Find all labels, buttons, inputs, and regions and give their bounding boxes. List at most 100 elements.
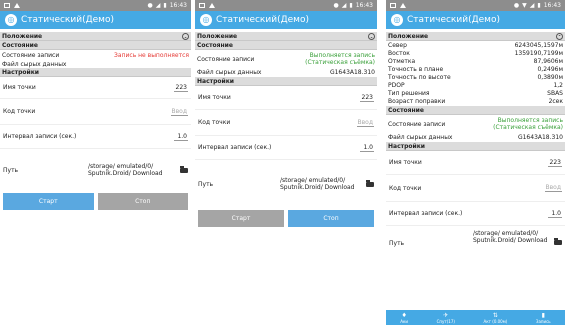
chevron-up-icon[interactable]: ⌃ [556,32,563,40]
point-name-input[interactable]: 223 [548,159,562,167]
status-time: 16:43 [169,2,187,9]
nav-label: Спут(17) [436,318,455,324]
pdop-value: 1,2 [553,81,563,89]
app-logo-icon[interactable]: ◎ [5,14,17,26]
point-name-label: Имя точки [3,84,36,91]
nav-label: Запись [535,318,551,324]
nav-item-activity[interactable]: ⇅ Акт (0.00м) [484,312,508,324]
section-position[interactable]: Положение ⌃ [386,32,565,41]
section-settings-label: Настройки [197,77,235,85]
point-code-field[interactable]: Код точки Ввод [0,99,191,125]
hprec-value: 0,2496м [537,65,563,73]
point-name-input[interactable]: 223 [360,94,374,102]
hprec-row: Точность в плане 0,2496м [386,65,565,73]
path-value: /storage/ emulated/0/ Sputnik.Droid/ Dow… [88,163,163,177]
point-code-input[interactable]: Ввод [544,184,562,192]
interval-input[interactable]: 1.0 [548,210,562,218]
folder-icon[interactable] [180,165,188,173]
start-button[interactable]: Старт [198,210,284,227]
folder-icon[interactable] [554,238,562,245]
section-position-label: Положение [197,32,238,40]
point-code-field[interactable]: Код точки Ввод [386,175,565,202]
warning-icon [400,3,406,8]
point-code-input[interactable]: Ввод [356,119,374,127]
pdop-row: PDOP 1,2 [386,81,565,89]
raw-file-row: Файл сырых данных G1643A18.310 [195,68,377,77]
interval-field[interactable]: Интервал записи (сек.) 1.0 [0,125,191,149]
elev-label: Отметка [388,57,416,65]
section-state-label: Состояние [197,41,233,49]
app-logo-icon[interactable]: ◎ [391,14,403,26]
point-name-input[interactable]: 223 [174,84,188,92]
section-settings: Настройки [195,77,377,86]
east-row: Восток 1359190,7199м [386,49,565,57]
point-code-label: Код точки [3,108,36,115]
point-name-field[interactable]: Имя точки 223 [0,77,191,99]
path-label: Путь [389,240,405,247]
screen-1: ● ◢ ▮ 16:43 ◎ Статический(Демо) Положение ⌄… [0,0,191,280]
section-position-label: Положение [388,32,429,40]
interval-field[interactable]: Интервал записи (сек.) 1.0 [195,136,377,160]
section-state: Состояние [386,106,565,115]
raw-file-row: Файл сырых данных G1643A18.310 [386,133,565,142]
path-row: Путь /storage/ emulated/0/ Sputnik.Droid… [0,149,191,191]
point-name-label: Имя точки [389,159,422,166]
app-title: Статический(Демо) [21,15,114,25]
point-code-input[interactable]: Ввод [170,108,188,116]
point-code-label: Код точки [389,184,422,192]
vprec-label: Точность по высоте [388,73,451,81]
status-time: 16:43 [543,2,561,9]
stop-button[interactable]: Стоп [97,193,188,210]
stop-button[interactable]: Стоп [288,210,374,227]
sol-row: Тип решения SBAS [386,89,565,97]
north-row: Север 6243045,1597м [386,41,565,49]
nav-label: Аки [400,318,409,324]
chevron-down-icon[interactable]: ⌄ [182,32,189,40]
folder-icon[interactable] [366,179,374,187]
status-bar: ● ◢ ▮ 16:43 [0,0,191,11]
app-bar: ◎ Статический(Демо) [386,11,565,29]
battery-icon: ▮ [349,2,353,9]
interval-field[interactable]: Интервал записи (сек.) 1.0 [386,202,565,226]
location-pin-icon: ♦ [401,311,407,319]
point-name-field[interactable]: Имя точки 223 [195,86,377,110]
raw-file-label: Файл сырых данных [2,60,67,68]
start-button[interactable]: Старт [3,193,94,210]
north-label: Север [388,41,407,49]
record-state-label: Состояние записи [197,55,255,63]
app-bar: ◎ Статический(Демо) [195,11,377,29]
record-state-value: Выполняется запись (Статическая съёмка) [305,52,375,66]
elev-value: 87,9606м [533,57,563,65]
nav-item-record[interactable]: ▮ Запись [536,312,551,324]
app-title: Статический(Демо) [216,15,309,25]
section-position[interactable]: Положение ⌄ [195,32,377,41]
section-position[interactable]: Положение ⌄ [0,32,191,41]
button-bar: Старт Стоп [195,210,377,227]
signal-icon: ◢ [155,2,161,9]
nav-item-satellites[interactable]: ✈ Спут(17) [437,312,455,324]
section-state: Состояние [0,41,191,50]
interval-input[interactable]: 1.0 [174,133,188,141]
point-code-field[interactable]: Код точки Ввод [195,110,377,136]
app-logo-icon[interactable]: ◎ [200,14,212,26]
age-row: Возраст поправки 2сек [386,97,565,106]
interval-label: Интервал записи (сек.) [198,144,272,151]
app-title: Статический(Демо) [407,15,500,25]
satellite-icon: ✈ [443,311,449,319]
chevron-down-icon[interactable]: ⌄ [368,32,375,40]
warning-icon [14,3,20,8]
section-settings: Настройки [0,68,191,77]
interval-input[interactable]: 1.0 [360,144,374,152]
record-state-label: Состояние записи [2,51,60,59]
battery-icon: ▮ [537,2,541,9]
record-state-row: Состояние записи Запись не выполняется [0,50,191,60]
point-name-field[interactable]: Имя точки 223 [386,151,565,175]
vprec-value: 0,3890м [537,73,563,81]
raw-file-row: Файл сырых данных [0,60,191,68]
nav-item-aki[interactable]: ♦ Аки [400,312,408,324]
signal-icon: ◢ [341,2,347,9]
raw-file-value: G1643A18.310 [517,134,563,141]
record-state-label: Состояние записи [388,120,446,128]
section-state-label: Состояние [388,106,424,114]
age-label: Возраст поправки [388,98,446,105]
